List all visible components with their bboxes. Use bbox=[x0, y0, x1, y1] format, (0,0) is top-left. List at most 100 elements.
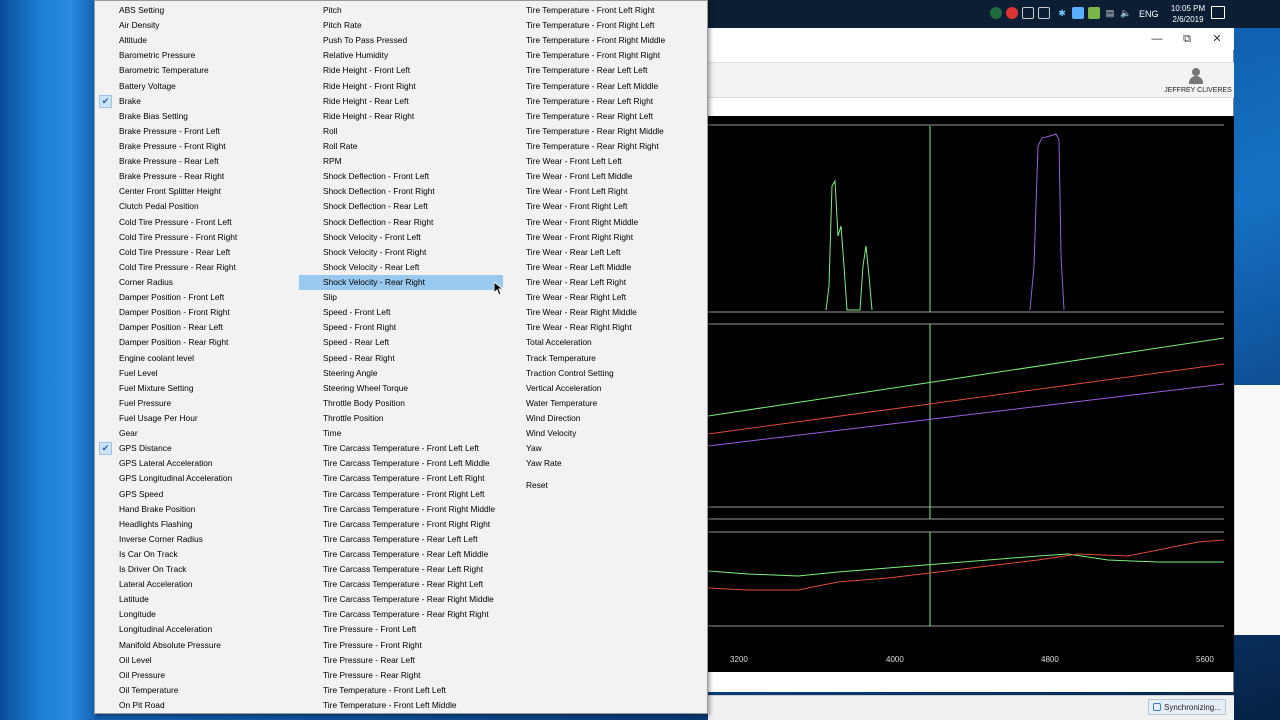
user-avatar-icon[interactable] bbox=[1189, 68, 1203, 84]
menu-item[interactable]: Shock Velocity - Rear Left bbox=[299, 260, 503, 275]
menu-item[interactable]: Slip bbox=[299, 290, 503, 305]
menu-item[interactable]: Tire Pressure - Rear Right bbox=[299, 668, 503, 683]
tray-display-icon[interactable] bbox=[1022, 7, 1034, 19]
menu-item[interactable]: Brake Pressure - Front Left bbox=[95, 124, 295, 139]
menu-item[interactable]: Vertical Acceleration bbox=[502, 381, 708, 396]
menu-item[interactable]: Push To Pass Pressed bbox=[299, 33, 503, 48]
menu-item[interactable]: Oil Pressure bbox=[95, 668, 295, 683]
menu-item[interactable]: Latitude bbox=[95, 592, 295, 607]
menu-item[interactable]: Reset bbox=[502, 478, 708, 493]
menu-item[interactable]: Cold Tire Pressure - Front Right bbox=[95, 230, 295, 245]
menu-item[interactable]: Tire Carcass Temperature - Front Left Mi… bbox=[299, 456, 503, 471]
menu-item[interactable]: Lateral Acceleration bbox=[95, 577, 295, 592]
menu-item[interactable]: Tire Wear - Rear Left Left bbox=[502, 245, 708, 260]
menu-item[interactable]: Tire Wear - Front Right Middle bbox=[502, 215, 708, 230]
menu-item[interactable]: Total Acceleration bbox=[502, 335, 708, 350]
menu-item[interactable]: Is Driver On Track bbox=[95, 562, 295, 577]
tray-checkbox-icon[interactable] bbox=[1038, 7, 1050, 19]
menu-item[interactable]: Time bbox=[299, 426, 503, 441]
menu-item[interactable]: RPM bbox=[299, 154, 503, 169]
menu-item[interactable]: Roll bbox=[299, 124, 503, 139]
menu-item[interactable]: Ride Height - Front Left bbox=[299, 63, 503, 78]
menu-item[interactable]: Tire Carcass Temperature - Rear Left Rig… bbox=[299, 562, 503, 577]
menu-item[interactable]: Tire Carcass Temperature - Front Right L… bbox=[299, 487, 503, 502]
menu-item[interactable]: Track Temperature bbox=[502, 351, 708, 366]
menu-item[interactable]: Brake Pressure - Rear Left bbox=[95, 154, 295, 169]
menu-item[interactable]: GPS Longitudinal Acceleration bbox=[95, 471, 295, 486]
menu-item[interactable]: Hand Brake Position bbox=[95, 502, 295, 517]
menu-item[interactable]: Brake Bias Setting bbox=[95, 109, 295, 124]
menu-item[interactable]: Tire Wear - Front Right Left bbox=[502, 199, 708, 214]
tray-network-icon[interactable]: ✱ bbox=[1056, 7, 1068, 19]
menu-item[interactable]: ✔ GPS Distance bbox=[95, 441, 295, 456]
tray-app-icon[interactable] bbox=[990, 7, 1002, 19]
menu-item[interactable]: Ride Height - Rear Right bbox=[299, 109, 503, 124]
menu-item[interactable]: Tire Temperature - Front Right Middle bbox=[502, 33, 708, 48]
menu-item[interactable]: Tire Carcass Temperature - Front Left Le… bbox=[299, 441, 503, 456]
menu-item[interactable]: Tire Wear - Front Left Right bbox=[502, 184, 708, 199]
user-name[interactable]: JEFFREY CLIVERES bbox=[1148, 87, 1248, 94]
notification-icon[interactable] bbox=[1211, 6, 1225, 19]
menu-item[interactable]: Yaw Rate bbox=[502, 456, 708, 471]
menu-item[interactable]: ABS Setting bbox=[95, 3, 295, 18]
menu-item[interactable]: Tire Carcass Temperature - Rear Right Mi… bbox=[299, 592, 503, 607]
menu-item[interactable]: Longitude bbox=[95, 607, 295, 622]
menu-item[interactable]: Tire Pressure - Front Left bbox=[299, 622, 503, 637]
menu-item[interactable]: Throttle Position bbox=[299, 411, 503, 426]
telemetry-chart-area[interactable]: 3200 4000 4800 5600 bbox=[708, 116, 1234, 672]
menu-item[interactable]: Speed - Rear Left bbox=[299, 335, 503, 350]
menu-item[interactable]: Battery Voltage bbox=[95, 79, 295, 94]
menu-item[interactable]: Gear bbox=[95, 426, 295, 441]
menu-item[interactable]: Tire Temperature - Rear Right Right bbox=[502, 139, 708, 154]
menu-item[interactable]: Damper Position - Rear Right bbox=[95, 335, 295, 350]
tray-battery-icon[interactable] bbox=[1088, 7, 1100, 19]
menu-item[interactable]: Tire Temperature - Rear Right Middle bbox=[502, 124, 708, 139]
menu-item[interactable]: Steering Wheel Torque bbox=[299, 381, 503, 396]
close-button[interactable]: ✕ bbox=[1202, 30, 1232, 48]
menu-item[interactable]: Tire Temperature - Front Right Right bbox=[502, 48, 708, 63]
menu-item[interactable]: Tire Temperature - Front Left Middle bbox=[299, 698, 503, 713]
menu-item[interactable]: Steering Angle bbox=[299, 366, 503, 381]
menu-item[interactable]: Fuel Usage Per Hour bbox=[95, 411, 295, 426]
tray-language[interactable]: ENG bbox=[1139, 9, 1159, 19]
menu-item[interactable]: Relative Humidity bbox=[299, 48, 503, 63]
menu-item[interactable]: Tire Carcass Temperature - Rear Left Mid… bbox=[299, 547, 503, 562]
menu-item[interactable]: Speed - Front Right bbox=[299, 320, 503, 335]
menu-item[interactable]: Tire Pressure - Front Right bbox=[299, 638, 503, 653]
menu-item[interactable]: Pitch bbox=[299, 3, 503, 18]
menu-item[interactable]: Pitch Rate bbox=[299, 18, 503, 33]
menu-item[interactable]: GPS Lateral Acceleration bbox=[95, 456, 295, 471]
menu-item[interactable]: Fuel Mixture Setting bbox=[95, 381, 295, 396]
menu-item[interactable]: Tire Temperature - Rear Left Right bbox=[502, 94, 708, 109]
menu-item[interactable]: Ride Height - Rear Left bbox=[299, 94, 503, 109]
menu-item[interactable]: Shock Velocity - Front Right bbox=[299, 245, 503, 260]
menu-item[interactable]: Speed - Rear Right bbox=[299, 351, 503, 366]
menu-item[interactable]: ✔ Brake bbox=[95, 94, 295, 109]
menu-item[interactable]: Tire Wear - Front Left Middle bbox=[502, 169, 708, 184]
menu-item[interactable]: Shock Velocity - Front Left bbox=[299, 230, 503, 245]
menu-item[interactable]: Tire Temperature - Rear Left Left bbox=[502, 63, 708, 78]
menu-item[interactable]: Cold Tire Pressure - Rear Left bbox=[95, 245, 295, 260]
menu-item[interactable]: Cold Tire Pressure - Front Left bbox=[95, 215, 295, 230]
menu-item[interactable]: Shock Deflection - Front Left bbox=[299, 169, 503, 184]
menu-item[interactable]: Barometric Pressure bbox=[95, 48, 295, 63]
menu-item[interactable]: Tire Temperature - Rear Left Middle bbox=[502, 79, 708, 94]
menu-item[interactable]: Shock Velocity - Rear Right bbox=[299, 274, 503, 291]
menu-item[interactable]: Altitude bbox=[95, 33, 295, 48]
sync-status-badge[interactable]: Synchronizing... bbox=[1148, 699, 1226, 715]
tray-app2-icon[interactable] bbox=[1072, 7, 1084, 19]
menu-item[interactable]: Oil Level bbox=[95, 653, 295, 668]
menu-item[interactable]: Roll Rate bbox=[299, 139, 503, 154]
menu-item[interactable]: Speed - Front Left bbox=[299, 305, 503, 320]
menu-item[interactable]: GPS Speed bbox=[95, 487, 295, 502]
menu-item[interactable]: Tire Carcass Temperature - Front Right M… bbox=[299, 502, 503, 517]
menu-item[interactable]: Shock Deflection - Rear Right bbox=[299, 215, 503, 230]
menu-item[interactable]: Inverse Corner Radius bbox=[95, 532, 295, 547]
menu-item[interactable]: Headlights Flashing bbox=[95, 517, 295, 532]
menu-item[interactable]: Fuel Level bbox=[95, 366, 295, 381]
menu-item[interactable]: Water Temperature bbox=[502, 396, 708, 411]
tray-record-icon[interactable] bbox=[1006, 7, 1018, 19]
menu-item[interactable]: Tire Wear - Rear Right Right bbox=[502, 320, 708, 335]
tray-clock[interactable]: 10:05 PM 2/6/2019 bbox=[1166, 3, 1210, 25]
menu-item[interactable]: Tire Wear - Front Left Left bbox=[502, 154, 708, 169]
